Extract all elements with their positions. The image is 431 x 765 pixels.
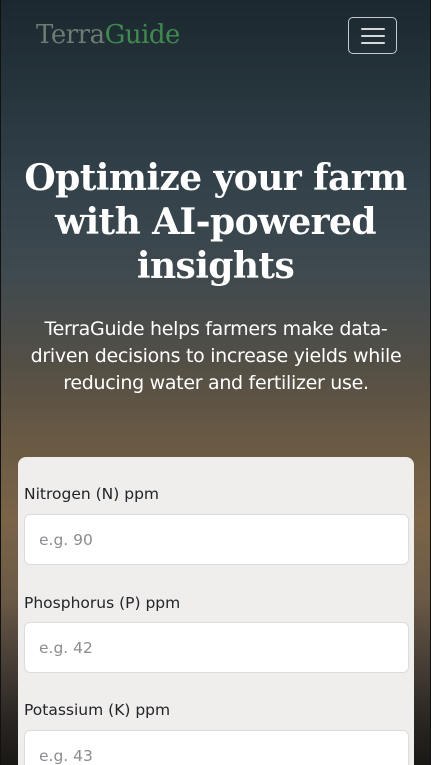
menu-toggle-button[interactable] xyxy=(348,17,397,54)
phosphorus-input[interactable] xyxy=(24,622,409,673)
hero-subtitle: TerraGuide helps farmers make data-drive… xyxy=(30,318,402,394)
phosphorus-label: Phosphorus (P) ppm xyxy=(24,594,181,612)
nitrogen-label: Nitrogen (N) ppm xyxy=(24,485,160,503)
left-edge xyxy=(0,0,1,765)
hero-title: Optimize your farm with AI-powered insig… xyxy=(24,157,407,287)
potassium-label: Potassium (K) ppm xyxy=(24,701,171,719)
brand-text-terra: Terra xyxy=(36,20,105,50)
navbar: TerraGuide xyxy=(0,0,431,72)
brand-text-guide: Guide xyxy=(104,20,181,50)
soil-input-form: Nitrogen (N) ppm Phosphorus (P) ppm Pota… xyxy=(18,457,414,765)
potassium-input[interactable] xyxy=(24,730,409,765)
hamburger-menu-icon-bar xyxy=(360,34,385,37)
hamburger-menu-icon xyxy=(360,27,385,30)
hamburger-menu-icon-bar xyxy=(360,41,385,44)
brand-logo[interactable]: TerraGuide xyxy=(36,19,180,51)
nitrogen-input[interactable] xyxy=(24,514,409,565)
